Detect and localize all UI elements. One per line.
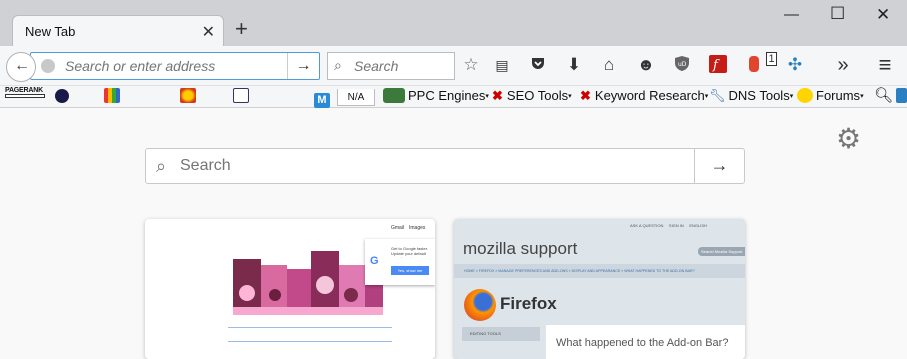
network-icon[interactable]: ✣ — [784, 55, 806, 75]
chart-icon[interactable] — [233, 88, 252, 103]
title-bar: New Tab ✕ + — ☐ ✕ — [0, 0, 907, 47]
stats-icon[interactable] — [104, 88, 123, 103]
extension-red-icon[interactable] — [743, 55, 765, 78]
download-icon[interactable]: ⬇ — [563, 55, 585, 75]
mozilla-top-link: ENGLISH — [689, 223, 707, 228]
extra-icon[interactable] — [896, 88, 907, 103]
gmail-link: Gmail — [391, 225, 405, 231]
google-g-icon: G — [370, 255, 379, 267]
mozilla-top-link: SIGN IN — [668, 223, 684, 228]
bookmark-keyword-research[interactable]: ✖ Keyword Research▾ — [580, 88, 708, 104]
reader-view-icon[interactable]: ▤ — [491, 55, 513, 75]
pagerank-widget[interactable]: PAGERANK — [5, 87, 45, 98]
magnifier-icon[interactable]: 🔍︎ — [874, 86, 893, 104]
search-icon: ⌕ — [334, 57, 342, 73]
sun-widget-icon[interactable] — [180, 88, 199, 103]
mozilla-nav-strip: HOME » FIREFOX » MANAGE PREFERENCES AND … — [454, 264, 745, 278]
top-site-tile-google[interactable]: Gmail Images G Get to Google faster. Upd… — [145, 219, 435, 359]
search-bar[interactable]: ⌕ — [327, 52, 455, 80]
firefox-heading: Firefox — [500, 294, 557, 313]
minimize-button[interactable]: — — [784, 6, 799, 23]
smiley-icon — [797, 88, 813, 103]
globe-icon — [41, 59, 55, 73]
mozilla-breadcrumb: HOME » FIREFOX » MANAGE PREFERENCES AND … — [464, 269, 695, 273]
maximize-button[interactable]: ☐ — [830, 4, 845, 24]
mozilla-top-link: ASK A QUESTION — [630, 223, 664, 228]
bookmark-label: SEO Tools — [506, 88, 569, 103]
search-icon: ⌕ — [156, 156, 167, 176]
url-input[interactable] — [65, 58, 275, 74]
promo-text: Get to Google faster. Update your defaul… — [391, 246, 428, 258]
newtab-search-input[interactable] — [180, 157, 387, 175]
seo-icon: ✖ — [492, 88, 503, 103]
google-doodle-image — [233, 251, 383, 315]
newtab-search-box[interactable]: ⌕ → — [145, 148, 745, 184]
pagerank-label: PAGERANK — [5, 87, 43, 94]
chat-icon[interactable]: ☻ — [635, 55, 657, 75]
pagerank-bar — [5, 94, 45, 98]
star-bookmark-icon[interactable]: ☆ — [460, 55, 482, 75]
bookmark-label: DNS Tools — [728, 88, 790, 103]
article-title: What happened to the Add-on Bar? — [556, 337, 729, 349]
m-logo-icon[interactable]: M — [314, 88, 333, 108]
tab-title: New Tab — [25, 24, 76, 39]
article-card: What happened to the Add-on Bar? — [546, 325, 745, 359]
bookmark-label: Keyword Research — [594, 88, 705, 103]
mozilla-top-links: ASK A QUESTION SIGN IN ENGLISH — [630, 223, 707, 228]
google-promo-card: G Get to Google faster. Update your defa… — [365, 239, 435, 285]
svg-text:uD: uD — [678, 61, 687, 68]
tab-close-icon[interactable]: ✕ — [202, 22, 215, 42]
hamburger-menu-icon[interactable]: ≡ — [874, 54, 896, 76]
keyword-icon: ✖ — [580, 88, 591, 103]
back-button[interactable]: ← — [6, 52, 36, 82]
settings-gear-icon[interactable]: ⚙ — [836, 122, 861, 155]
bookmark-label: Forums — [816, 88, 861, 103]
close-window-button[interactable]: ✕ — [876, 5, 890, 25]
new-tab-button[interactable]: + — [235, 18, 248, 40]
alexa-icon[interactable] — [55, 88, 72, 103]
bookmarks-toolbar: PAGERANK M N/A PPC Engines▾ ✖ SEO Tools▾ … — [0, 86, 907, 108]
bookmark-ppc-engines[interactable]: PPC Engines▾ — [383, 88, 489, 103]
pocket-icon[interactable] — [527, 55, 549, 76]
home-icon[interactable]: ⌂ — [598, 55, 620, 75]
mozilla-search-field: Search Mozilla Support — [698, 247, 745, 256]
images-link: Images — [409, 225, 426, 231]
url-bar[interactable]: → — [30, 52, 320, 80]
ublock-icon[interactable]: uD — [671, 55, 693, 77]
bookmark-dns-tools[interactable]: 🔧︎ DNS Tools▾ — [709, 88, 793, 104]
flash-icon[interactable]: f — [707, 55, 729, 78]
mozilla-support-title: mozilla support — [463, 239, 578, 258]
bookmark-forums[interactable]: Forums▾ — [797, 88, 864, 103]
wrench-icon: 🔧︎ — [709, 88, 726, 103]
promo-button: Yes, show me — [391, 266, 429, 275]
na-badge: N/A — [337, 89, 375, 106]
search-input[interactable] — [354, 58, 450, 74]
newtab-search-go-button[interactable]: → — [694, 149, 744, 183]
bookmark-label: PPC Engines — [408, 88, 486, 103]
back-arrow-icon: ← — [14, 57, 30, 74]
overflow-menu-icon[interactable]: » — [832, 55, 854, 75]
ppc-icon — [383, 88, 405, 103]
bookmark-seo-tools[interactable]: ✖ SEO Tools▾ — [492, 88, 572, 104]
tab-new-tab[interactable]: New Tab ✕ — [12, 15, 224, 47]
editing-tools-box: EDITING TOOLS — [462, 327, 540, 341]
google-search-field — [228, 327, 392, 328]
firefox-logo-icon — [464, 289, 496, 321]
go-button[interactable]: → — [287, 53, 319, 79]
google-search-field-2 — [228, 341, 392, 342]
counter-badge[interactable]: 1 — [766, 52, 777, 66]
top-site-tile-mozilla-support[interactable]: ASK A QUESTION SIGN IN ENGLISH mozilla s… — [454, 219, 745, 359]
